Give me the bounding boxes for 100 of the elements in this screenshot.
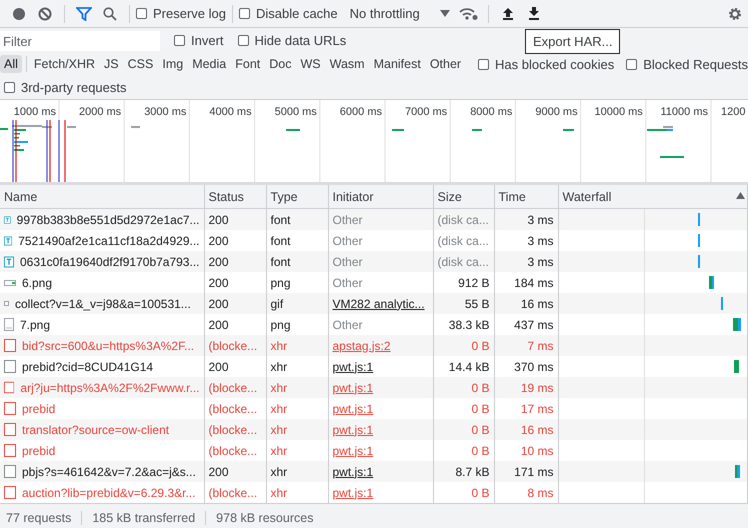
type-cell: xhr [270, 402, 288, 416]
column-header[interactable]: Size [433, 185, 494, 208]
type-filter-button[interactable]: WS [296, 55, 325, 73]
font-file-icon [4, 234, 12, 246]
column-header[interactable]: Time [494, 185, 558, 208]
record-icon[interactable] [13, 8, 25, 20]
waterfall-bar [734, 360, 738, 373]
request-name[interactable]: prebid [22, 444, 56, 458]
filter-icon[interactable] [76, 6, 92, 20]
status-cell: 200 [208, 276, 229, 290]
request-icon [4, 360, 16, 373]
request-name[interactable]: 6.png [22, 276, 52, 290]
dropdown-arrow-icon [440, 10, 450, 17]
size-cell: 0 B [471, 486, 490, 500]
status-cell: (blocke... [208, 444, 258, 458]
column-header[interactable]: Initiator [328, 185, 433, 208]
disable-cache-checkbox[interactable]: Disable cache [238, 6, 338, 21]
throttling-dropdown[interactable]: No throttling [350, 6, 450, 21]
time-cell: 7 ms [527, 338, 554, 352]
type-filter-button[interactable]: Doc [265, 55, 296, 73]
status-cell: 200 [208, 254, 229, 268]
blocked-cookies-checkbox[interactable]: Has blocked cookies [478, 56, 614, 72]
time-cell: 184 ms [514, 276, 554, 290]
request-name[interactable]: 7521490af2e1ca11cf18a2d4929... [18, 234, 200, 248]
size-cell: (disk ca... [438, 254, 489, 268]
sort-arrow-icon [736, 192, 745, 199]
initiator-link[interactable]: pwt.js:1 [332, 444, 374, 458]
request-icon [4, 339, 16, 352]
status-cell: 200 [208, 212, 229, 226]
size-cell: 0 B [471, 338, 490, 352]
type-cell: xhr [270, 486, 288, 500]
search-icon[interactable] [103, 6, 117, 20]
time-cell: 8 ms [527, 486, 554, 500]
clear-icon[interactable] [38, 6, 52, 20]
type-filter-button[interactable]: CSS [124, 55, 158, 73]
initiator-link[interactable]: pwt.js:1 [332, 402, 374, 416]
initiator-link[interactable]: pwt.js:1 [332, 360, 374, 374]
type-filter-button[interactable]: Manifest [370, 55, 425, 73]
size-cell: 55 B [464, 296, 490, 310]
type-cell: png [270, 318, 291, 332]
request-name[interactable]: prebid [22, 402, 56, 416]
type-filter-button[interactable]: Media [188, 55, 230, 73]
waterfall-bar [708, 276, 714, 289]
checkbox[interactable] [238, 34, 249, 46]
request-name[interactable]: 7.png [20, 318, 50, 332]
checkbox[interactable] [626, 58, 638, 70]
font-file-icon [4, 256, 14, 268]
checkbox[interactable] [4, 82, 15, 93]
initiator-cell: Other [332, 254, 363, 268]
image-file-icon [4, 280, 16, 286]
checkbox[interactable] [238, 8, 250, 19]
checkbox[interactable] [478, 58, 490, 70]
type-cell: xhr [270, 380, 288, 394]
time-cell: 16 ms [520, 422, 554, 436]
request-icon [4, 465, 16, 478]
status-cell: (blocke... [208, 380, 258, 394]
type-filter-button[interactable]: Font [231, 55, 264, 73]
type-filter-button[interactable]: Fetch/XHR [30, 55, 100, 73]
checkbox[interactable] [136, 8, 147, 19]
column-header[interactable]: Waterfall [558, 185, 748, 208]
type-cell: font [270, 212, 291, 226]
time-cell: 3 ms [527, 234, 554, 248]
type-filter-button[interactable]: Other [426, 55, 466, 73]
time-cell: 17 ms [520, 402, 554, 416]
upload-icon[interactable] [502, 7, 514, 20]
type-cell: xhr [270, 464, 288, 478]
status-cell: 200 [208, 360, 229, 374]
type-filter-button[interactable]: All [0, 55, 22, 73]
blocked-requests-checkbox[interactable]: Blocked Requests [626, 56, 748, 72]
request-name[interactable]: prebid?cid=8CUD41G14 [22, 360, 154, 374]
filter-field[interactable]: Filter [0, 31, 160, 51]
download-icon[interactable] [528, 7, 540, 20]
status-cell: 200 [208, 234, 229, 248]
initiator-link[interactable]: pwt.js:1 [332, 486, 374, 500]
time-cell: 3 ms [527, 254, 554, 268]
type-filter-button[interactable]: JS [100, 55, 123, 73]
size-cell: 8.7 kB [455, 464, 490, 478]
checkbox[interactable] [174, 34, 185, 46]
status-cell: (blocke... [208, 402, 258, 416]
hide-data-urls-checkbox[interactable]: Hide data URLs [238, 32, 346, 48]
status-text: 185 kB transferred [92, 510, 206, 524]
column-header[interactable]: Name [0, 185, 204, 208]
column-header[interactable]: Status [204, 185, 266, 208]
type-filter-button[interactable]: Wasm [326, 55, 369, 73]
time-cell: 370 ms [514, 360, 554, 374]
initiator-cell: Other [332, 234, 363, 248]
request-icon [4, 423, 16, 436]
invert-checkbox[interactable]: Invert [174, 32, 224, 48]
time-tick-label: 5000 ms [274, 106, 317, 118]
settings-icon[interactable] [728, 6, 742, 20]
size-cell: (disk ca... [438, 212, 489, 226]
time-tick-label: 3000 ms [144, 106, 186, 118]
column-header[interactable]: Type [266, 185, 328, 208]
status-cell: 200 [208, 296, 229, 310]
request-name[interactable]: auction?lib=prebid&v=6.29.3&r... [22, 486, 196, 500]
network-conditions-icon[interactable] [458, 6, 479, 20]
tooltip: Export HAR... [525, 29, 620, 54]
preserve-log-checkbox[interactable]: Preserve log [136, 6, 226, 21]
third-party-checkbox[interactable]: 3rd-party requests [4, 80, 126, 95]
type-filter-button[interactable]: Img [158, 55, 188, 73]
